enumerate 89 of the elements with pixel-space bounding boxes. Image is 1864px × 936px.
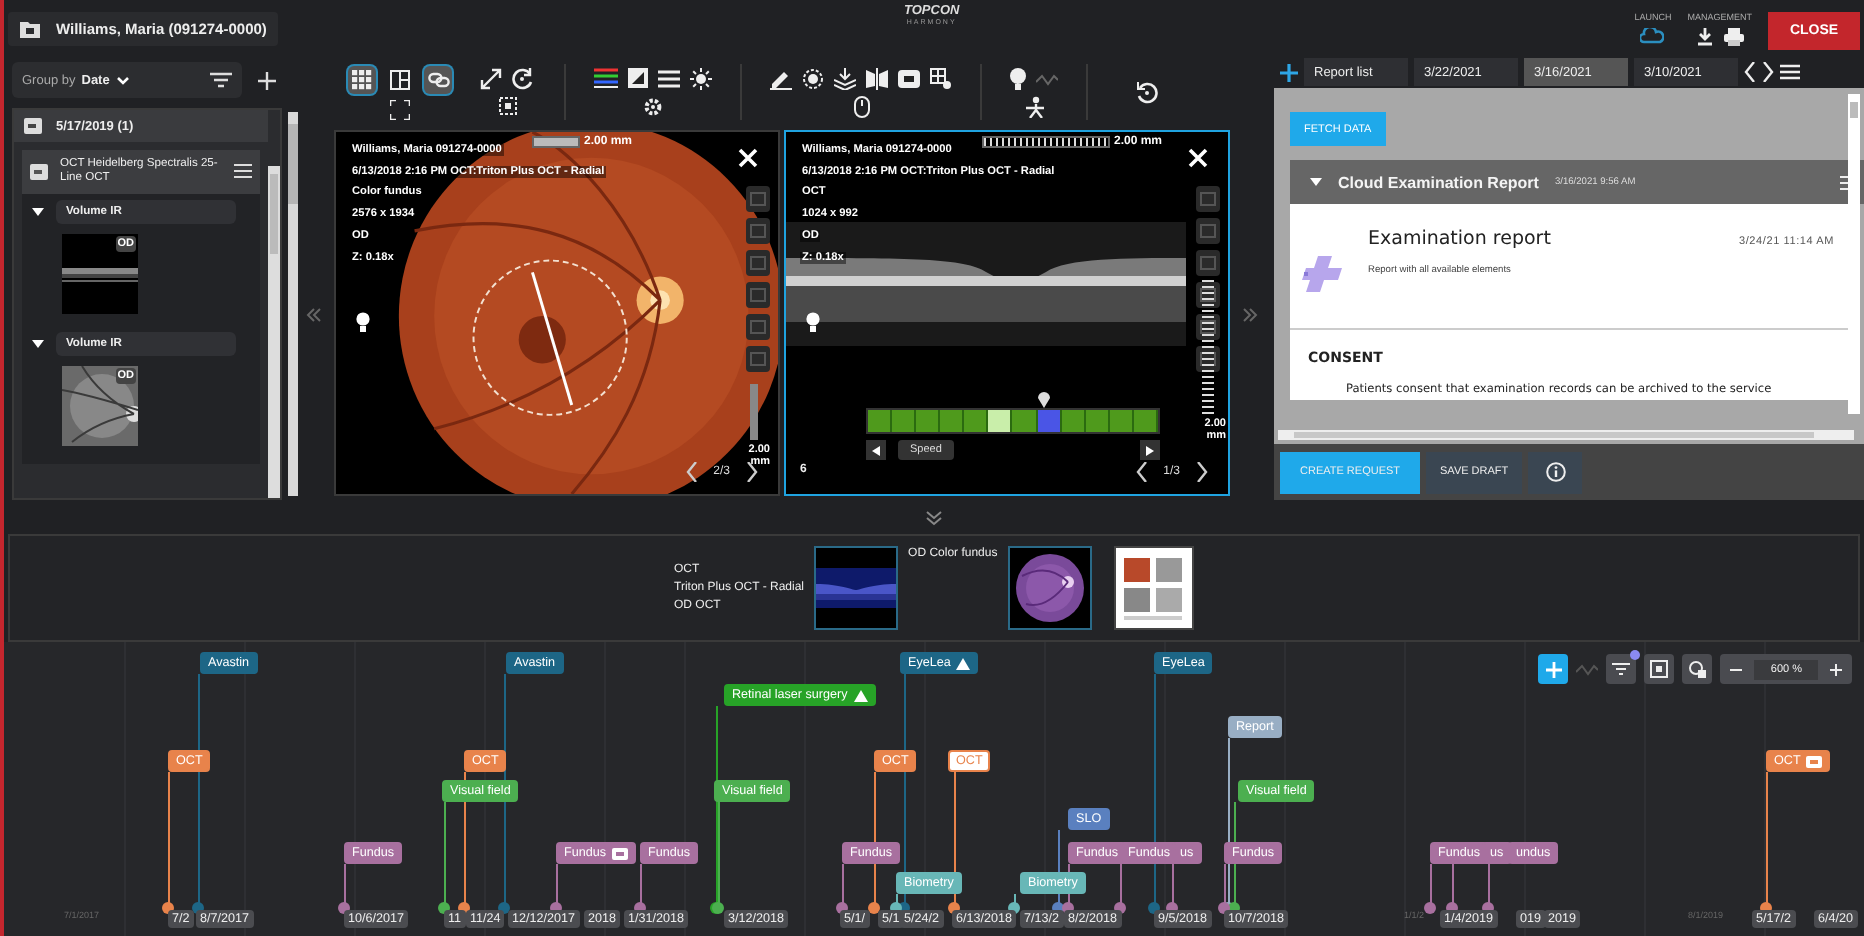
layer-icon[interactable] — [1196, 346, 1220, 372]
attachment-icon — [1806, 755, 1823, 767]
event-dot[interactable] — [712, 902, 724, 914]
hide-icon[interactable] — [1196, 314, 1220, 340]
figure-icon[interactable] — [1023, 95, 1045, 117]
leader-line — [168, 772, 170, 908]
info-button[interactable] — [1528, 451, 1583, 493]
filter-icon — [1612, 662, 1631, 676]
leader-line — [1766, 772, 1768, 908]
lines-icon[interactable] — [658, 69, 680, 87]
filter-button[interactable] — [1606, 654, 1637, 684]
minus-icon[interactable] — [1730, 663, 1743, 675]
scan-icon — [30, 163, 48, 180]
cross-logo-icon — [1300, 252, 1348, 296]
scale-bar — [532, 136, 580, 148]
folder-icon — [20, 19, 40, 37]
grid-settings-icon[interactable] — [930, 67, 952, 89]
event-dot[interactable] — [438, 902, 450, 914]
zoom-settings-icon — [1688, 660, 1707, 678]
event-dot[interactable] — [1424, 902, 1436, 914]
expand-icon[interactable] — [480, 68, 502, 90]
close-icon[interactable] — [1188, 148, 1208, 168]
fit-button[interactable] — [1644, 654, 1675, 684]
leader-line — [444, 802, 446, 908]
event-dot[interactable] — [1218, 902, 1230, 914]
target-icon[interactable] — [802, 67, 824, 89]
report-title: Examination report — [1368, 228, 1551, 250]
compare-icon[interactable] — [866, 67, 888, 89]
event-dot[interactable] — [338, 902, 350, 914]
slice-segment[interactable] — [988, 410, 1013, 432]
zoom-settings-button[interactable] — [1682, 654, 1713, 684]
vertical-scale-bar — [1202, 278, 1214, 414]
brightness-icon[interactable] — [690, 67, 712, 89]
fit-icon — [1650, 660, 1669, 678]
attachment-icon — [612, 847, 629, 859]
warning-icon — [853, 689, 868, 701]
chevron-down-icon[interactable] — [926, 509, 942, 525]
label-icon[interactable] — [898, 69, 920, 87]
pen-icon[interactable] — [770, 67, 792, 89]
info-icon — [1545, 462, 1566, 482]
contrast-icon[interactable] — [628, 68, 648, 88]
layers-download-icon[interactable] — [834, 67, 856, 89]
close-icon[interactable] — [738, 148, 758, 168]
print-icon[interactable] — [1723, 27, 1744, 45]
cloud-icon[interactable] — [1640, 27, 1665, 43]
link-icon — [427, 71, 449, 87]
notification-dot — [1630, 650, 1641, 660]
ratio-icon[interactable] — [1196, 282, 1220, 308]
slice-segment[interactable] — [964, 410, 989, 432]
play-button[interactable] — [1140, 440, 1160, 460]
crop-icon[interactable] — [498, 96, 518, 116]
section-title: Cloud Examination Report — [1338, 173, 1539, 191]
folder-icon — [24, 118, 42, 134]
event-dot[interactable] — [1148, 902, 1160, 914]
mouse-icon[interactable] — [853, 95, 869, 117]
color-channels-icon[interactable] — [594, 68, 618, 88]
rotate-icon[interactable] — [512, 68, 536, 90]
grid-icon — [352, 69, 372, 89]
plus-icon[interactable] — [1280, 63, 1298, 81]
menu-icon[interactable] — [234, 164, 253, 179]
caret-icon[interactable] — [32, 207, 44, 216]
bulb-icon[interactable] — [806, 312, 820, 332]
link-button[interactable] — [424, 65, 452, 93]
bulb-icon[interactable] — [1010, 67, 1026, 89]
previous-button[interactable] — [866, 440, 886, 460]
slice-bar[interactable] — [866, 408, 1160, 434]
wave-icon[interactable] — [1036, 71, 1058, 85]
event-dot[interactable] — [868, 902, 880, 914]
grid-view-button[interactable] — [348, 65, 376, 93]
play-left-icon — [872, 445, 880, 455]
play-icon — [1146, 445, 1154, 455]
event-dot[interactable] — [162, 902, 174, 914]
chevron-down-icon — [115, 75, 130, 85]
split-view-button[interactable] — [386, 65, 414, 93]
caret-icon[interactable] — [32, 339, 44, 348]
bulb-icon[interactable] — [356, 312, 370, 332]
pin-icon — [1037, 392, 1049, 408]
reset-icon[interactable] — [1136, 81, 1158, 103]
warning-icon — [956, 657, 971, 669]
plus-icon — [1545, 661, 1562, 677]
scale-bar — [982, 136, 1110, 148]
fullscreen-icon[interactable] — [390, 99, 410, 119]
add-button[interactable] — [1538, 654, 1569, 684]
vertical-scale-bar — [750, 384, 758, 440]
menu-icon[interactable] — [1780, 64, 1800, 80]
download-icon[interactable] — [1695, 27, 1714, 45]
filter-icon[interactable] — [210, 72, 232, 88]
split-view-icon — [390, 69, 410, 89]
settings-icon[interactable] — [642, 95, 664, 117]
